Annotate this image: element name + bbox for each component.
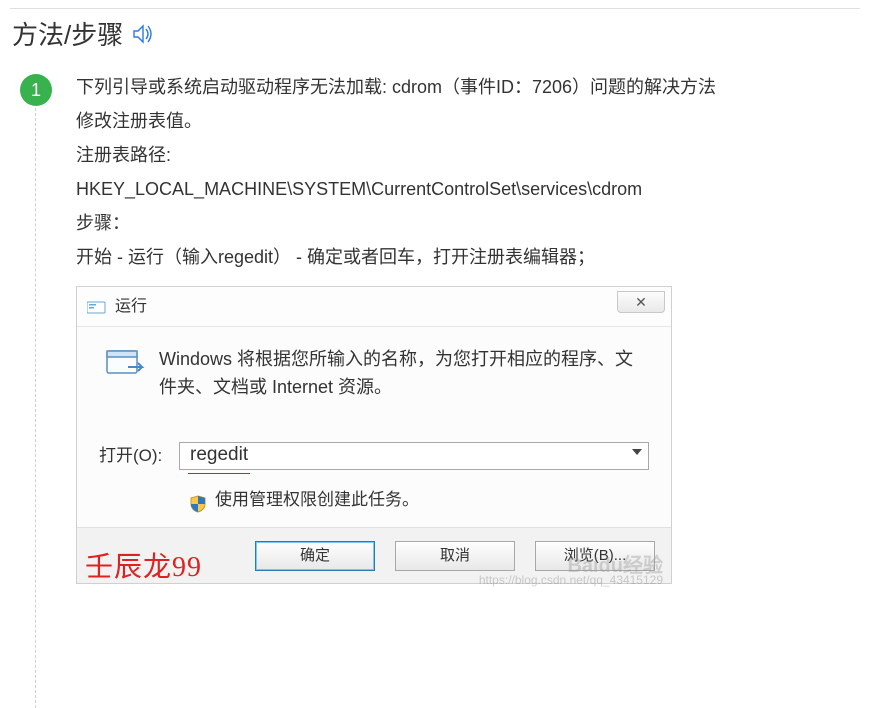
open-value: regedit — [188, 438, 250, 474]
watermark-source: Baidu经验 https://blog.csdn.net/qq_4341512… — [479, 559, 663, 587]
run-dialog-description: Windows 将根据您所输入的名称，为您打开相应的程序、文件夹、文档或 Int… — [159, 345, 649, 401]
watermark-author: 壬辰龙99 — [85, 551, 202, 585]
close-button[interactable]: ✕ — [617, 291, 665, 313]
run-program-icon — [99, 345, 151, 381]
section-header: 方法/步骤 — [12, 15, 860, 52]
run-dialog-titlebar: 运行 ✕ — [77, 287, 671, 327]
chevron-down-icon — [632, 449, 642, 455]
section-title: 方法/步骤 — [12, 15, 123, 52]
watermark-url: https://blog.csdn.net/qq_43415129 — [479, 573, 663, 587]
section-divider — [10, 8, 860, 9]
step-text: 步骤： — [76, 206, 860, 240]
close-icon: ✕ — [635, 285, 647, 319]
run-dialog: 运行 ✕ Windows 将根据您所输入的名称，为您打开相应的程序、文件夹、文档… — [76, 286, 672, 584]
step-number-badge: 1 — [20, 74, 52, 106]
cancel-button-label: 取消 — [440, 539, 470, 573]
open-combobox[interactable]: regedit — [179, 442, 649, 470]
speaker-icon[interactable] — [131, 23, 155, 45]
run-dialog-logo-icon — [87, 300, 107, 314]
ok-button[interactable]: 确定 — [255, 541, 375, 571]
run-dialog-title: 运行 — [115, 290, 147, 324]
step-number: 1 — [31, 80, 41, 101]
step-text: 修改注册表值。 — [76, 104, 860, 138]
step-text: HKEY_LOCAL_MACHINE\SYSTEM\CurrentControl… — [76, 172, 860, 206]
step-text: 下列引导或系统启动驱动程序无法加载: cdrom（事件ID：7206）问题的解决… — [76, 70, 860, 104]
shield-icon — [189, 491, 207, 509]
step-body: 下列引导或系统启动驱动程序无法加载: cdrom（事件ID：7206）问题的解决… — [76, 70, 860, 584]
step-text: 注册表路径: — [76, 138, 860, 172]
watermark-baidu: Baidu经验 — [479, 559, 663, 573]
shield-text: 使用管理权限创建此任务。 — [215, 483, 419, 517]
step-text: 开始 - 运行（输入regedit） - 确定或者回车，打开注册表编辑器； — [76, 240, 860, 274]
open-label: 打开(O): — [99, 439, 171, 473]
step-connector — [35, 108, 36, 708]
ok-button-label: 确定 — [300, 539, 330, 573]
